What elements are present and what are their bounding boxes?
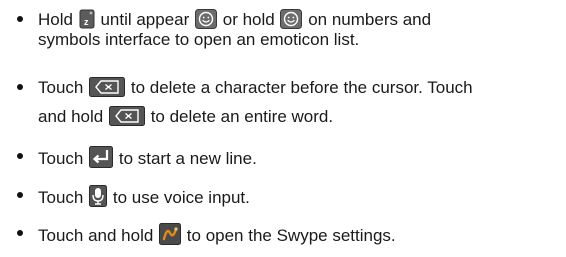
backspace-icon — [89, 77, 126, 102]
bullet-dot — [17, 192, 23, 198]
backspace-icon — [108, 106, 145, 131]
bullet-dot — [17, 16, 23, 22]
bullet-2-line-1: Touch to delete a character before the c… — [38, 77, 473, 102]
text: Touch and hold — [38, 226, 154, 245]
bullet-dot — [17, 230, 23, 236]
bullet-dot — [17, 153, 23, 159]
text: Touch — [38, 188, 84, 207]
swype-settings-icon — [159, 223, 182, 250]
bullet-3-line-1: Touch to start a new line. — [38, 146, 257, 173]
text: to use voice input. — [112, 188, 250, 207]
text: to open the Swype settings. — [186, 226, 396, 245]
text: or hold — [222, 10, 275, 29]
text: and hold — [38, 107, 104, 126]
text: to start a new line. — [118, 149, 257, 168]
bullet-dot — [17, 84, 23, 90]
text: to delete a character before the cursor.… — [130, 78, 473, 97]
enter-icon — [89, 146, 114, 173]
bullet-2-line-2: and hold to delete an entire word. — [38, 106, 333, 131]
bullet-1-line-2: symbols interface to open an emoticon li… — [38, 30, 359, 50]
text: on numbers and — [308, 10, 432, 29]
text: Touch — [38, 149, 84, 168]
text: to delete an entire word. — [150, 107, 334, 126]
svg-text:z: z — [84, 17, 89, 27]
text: Touch — [38, 78, 84, 97]
bullet-4-line-1: Touch to use voice input. — [38, 185, 250, 212]
bullet-5-line-1: Touch and hold to open the Swype setting… — [38, 223, 396, 250]
text: Hold — [38, 10, 73, 29]
microphone-icon — [89, 185, 108, 212]
text: symbols interface to open an emoticon li… — [38, 30, 360, 49]
text: until appear — [100, 10, 190, 29]
